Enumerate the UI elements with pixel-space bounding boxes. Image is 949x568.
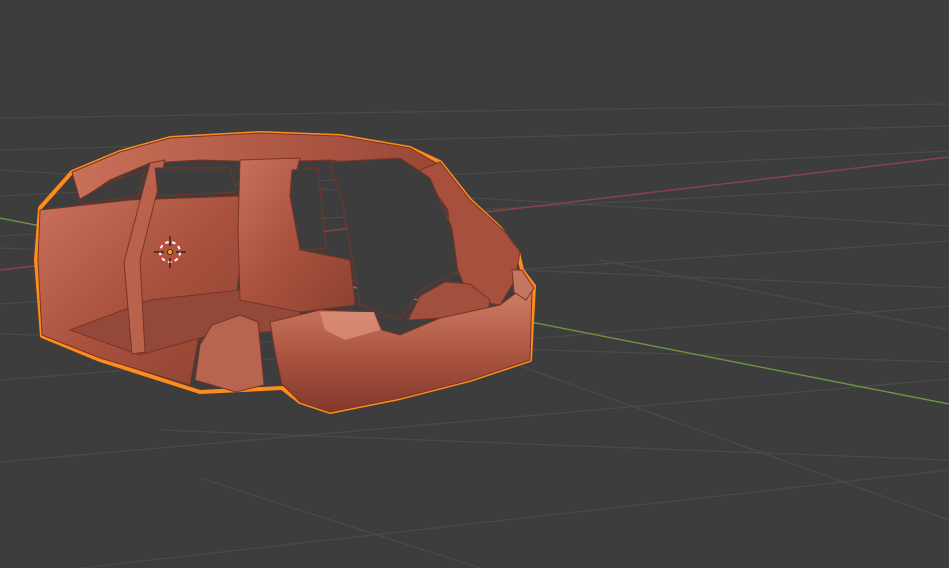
object-origin-dot [167,249,173,255]
3d-viewport[interactable] [0,0,949,568]
rear-side-window [154,167,237,197]
viewport-canvas[interactable] [0,0,949,568]
